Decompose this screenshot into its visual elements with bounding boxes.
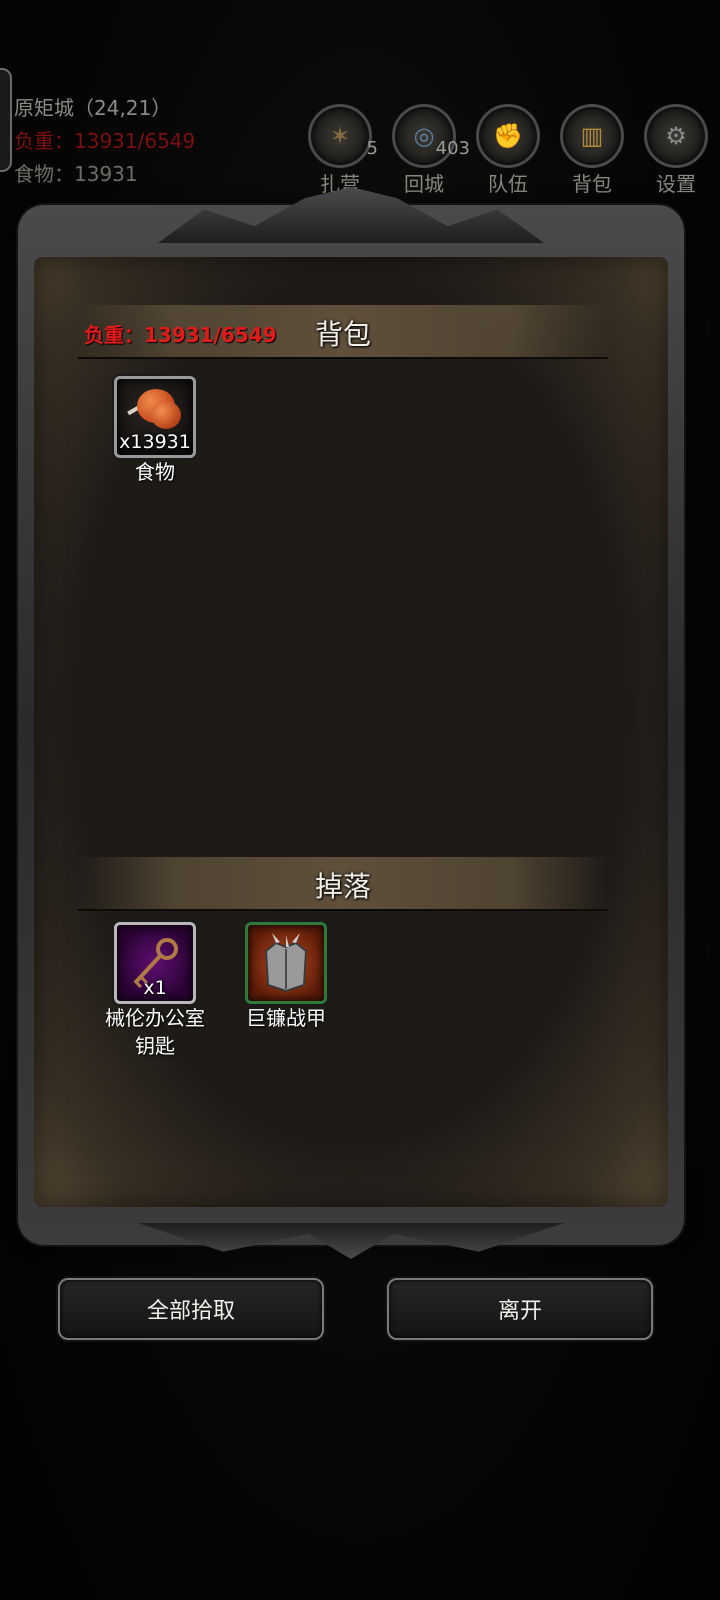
camp-button[interactable]: ✶ 5 扎营 xyxy=(308,104,378,197)
item-qty: x13931 xyxy=(119,431,191,453)
drop-item-scythe-armor[interactable]: 巨镰战甲 xyxy=(226,922,346,1032)
return-city-badge: 403 xyxy=(435,138,470,159)
campfire-icon: ✶ xyxy=(308,104,372,168)
bag-title: 背包 xyxy=(314,318,371,351)
frame-bottom-ornament xyxy=(138,1223,564,1259)
leave-button[interactable]: 离开 xyxy=(387,1278,653,1340)
drops-title: 掉落 xyxy=(314,870,371,903)
location-text: 原矩城（24,21） xyxy=(14,96,172,120)
drop-item-office-key[interactable]: x1 械伦办公室 钥匙 xyxy=(95,922,215,1060)
team-button[interactable]: ✊ 队伍 xyxy=(476,104,540,197)
settings-button[interactable]: ⚙ 设置 xyxy=(644,104,708,197)
item-name: 巨镰战甲 xyxy=(246,1006,326,1030)
barrel-icon: ▥ xyxy=(560,104,624,168)
hud-buttons: ✶ 5 扎营 ◎ 403 回城 ✊ 队伍 ▥ 背包 ⚙ 设置 xyxy=(308,104,708,197)
item-name: 食物 xyxy=(135,460,175,484)
pick-all-button[interactable]: 全部拾取 xyxy=(58,1278,324,1340)
return-city-label: 回城 xyxy=(404,172,444,196)
game-screen: 原矩城（24,21） 负重：13931/6549 食物：13931 ✶ 5 扎营… xyxy=(0,0,720,1600)
return-city-button[interactable]: ◎ 403 回城 xyxy=(392,104,470,197)
bag-item-food[interactable]: x13931 食物 xyxy=(95,376,215,486)
gear-icon: ⚙ xyxy=(644,104,708,168)
armor-icon xyxy=(245,922,327,1004)
hud-info: 原矩城（24,21） 负重：13931/6549 食物：13931 xyxy=(14,92,195,191)
bag-section-header: 负重：13931/6549 背包 xyxy=(78,305,608,359)
camp-badge: 5 xyxy=(366,138,378,159)
team-label: 队伍 xyxy=(488,172,528,196)
item-qty: x1 xyxy=(143,977,167,999)
backpack-label: 背包 xyxy=(572,172,612,196)
team-icon: ✊ xyxy=(476,104,540,168)
inventory-panel-frame xyxy=(18,187,684,1259)
drops-section-header: 掉落 xyxy=(78,857,608,911)
item-name: 械伦办公室 钥匙 xyxy=(105,1006,205,1058)
meat-icon: x13931 xyxy=(114,376,196,458)
side-panel-tab[interactable] xyxy=(0,68,12,172)
food-text: 食物：13931 xyxy=(14,162,138,186)
backpack-button[interactable]: ▥ 背包 xyxy=(560,104,624,197)
load-text: 负重：13931/6549 xyxy=(14,129,196,153)
key-icon: x1 xyxy=(114,922,196,1004)
settings-label: 设置 xyxy=(656,172,696,196)
